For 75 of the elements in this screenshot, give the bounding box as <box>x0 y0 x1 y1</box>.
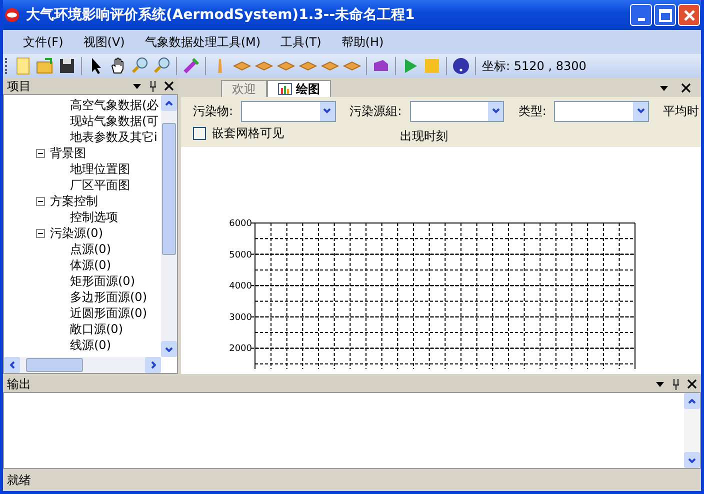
scroll-up-icon[interactable] <box>165 100 173 106</box>
coordinates-readout: 坐标: 5120 , 8300 <box>482 58 586 74</box>
close-icon[interactable] <box>687 379 697 389</box>
axis-tick-label: 6000 <box>229 219 252 229</box>
chart-icon <box>278 83 292 95</box>
caret-icon[interactable] <box>636 108 645 114</box>
tree-item[interactable]: 体源(0) <box>70 256 111 274</box>
tree-item[interactable]: 近圆形面源(0) <box>70 304 147 322</box>
tree-item[interactable]: 多边形面源(0) <box>70 288 147 306</box>
menu-item[interactable]: 工具(T) <box>270 34 332 50</box>
close-button[interactable] <box>678 4 700 26</box>
scroll-down-icon[interactable] <box>165 346 173 352</box>
close-icon[interactable] <box>681 82 691 92</box>
pin-icon[interactable] <box>148 80 158 92</box>
panel-title: 输出 <box>7 376 31 392</box>
scroll-right-icon[interactable] <box>150 361 156 369</box>
checkbox[interactable] <box>193 126 206 140</box>
menu-item[interactable]: 文件(F) <box>13 34 74 50</box>
axis-tick-label: 2000 <box>229 344 252 354</box>
axis-tick-label: 4000 <box>229 282 252 292</box>
tree-item[interactable]: 厂区平面图 <box>70 176 130 194</box>
zoom-in-icon[interactable] <box>130 56 150 76</box>
collapse-toggle[interactable] <box>36 228 45 238</box>
tree-item[interactable]: 矩形面源(0) <box>70 272 135 290</box>
horizontal-scrollbar[interactable] <box>4 357 161 373</box>
window-title: 大气环境影响评价系统(AermodSystem)1.3--未命名工程1 <box>26 6 416 24</box>
scroll-left-icon[interactable] <box>10 361 14 369</box>
minimize-button[interactable] <box>630 4 652 26</box>
tab[interactable]: 绘图 <box>267 80 331 97</box>
tree-item[interactable]: 地表参数及其它i <box>70 128 158 146</box>
vertical-scrollbar[interactable] <box>161 95 177 357</box>
maximize-button[interactable] <box>654 4 676 26</box>
tree-item[interactable]: 现站气象数据(可 <box>70 112 159 130</box>
collapse-toggle[interactable] <box>36 196 45 206</box>
checkbox-label: 嵌套网格可见 <box>212 124 284 142</box>
vertical-scrollbar[interactable] <box>684 393 700 468</box>
tree-item[interactable]: 控制选项 <box>70 208 118 226</box>
field-label: 污染物: <box>193 102 234 120</box>
status-text: 就绪 <box>7 472 31 488</box>
menu-item[interactable]: 视图(V) <box>73 34 135 50</box>
dropdown-field[interactable] <box>241 100 336 122</box>
dropdown-field[interactable] <box>554 100 650 122</box>
dropdown-icon[interactable] <box>655 379 665 389</box>
tree-item[interactable]: 地理位置图 <box>70 160 130 178</box>
zoom-out-icon[interactable] <box>152 56 172 76</box>
close-icon[interactable] <box>164 81 174 91</box>
tree-item[interactable]: 方案控制 <box>50 192 98 210</box>
dropdown-field[interactable] <box>410 100 504 122</box>
axis-tick-label: 5000 <box>229 250 252 260</box>
minimize-icon <box>638 18 644 20</box>
dropdown-icon[interactable] <box>132 81 142 91</box>
menu-item[interactable]: 帮助(H) <box>331 34 394 50</box>
pin-icon[interactable] <box>671 378 681 390</box>
tree-item[interactable]: 高空气象数据(必 <box>70 96 159 114</box>
chart-caption: 出现时刻 <box>400 128 448 144</box>
tree-item[interactable]: 污染源(0) <box>50 224 103 242</box>
scroll-down-icon[interactable] <box>688 458 696 462</box>
tree-item[interactable]: 线源(0) <box>70 336 111 354</box>
field-label: 类型: <box>518 102 546 120</box>
save-icon[interactable] <box>57 56 77 76</box>
collapse-toggle[interactable] <box>36 148 45 158</box>
field-label: 污染源組: <box>350 102 402 120</box>
caret-icon[interactable] <box>323 108 332 114</box>
caret-icon[interactable] <box>492 108 500 114</box>
panel-title: 项目 <box>7 78 31 94</box>
menu-item[interactable]: 气象数据处理工具(M) <box>134 34 271 50</box>
wand-icon[interactable] <box>181 56 201 76</box>
tree-item[interactable]: 背景图 <box>50 144 86 162</box>
field-label: 平均时 <box>663 102 700 120</box>
axis-tick-label: 3000 <box>229 312 252 323</box>
scroll-up-icon[interactable] <box>688 398 696 404</box>
app-icon <box>4 7 20 23</box>
tree-item[interactable]: 敞口源(0) <box>70 320 123 338</box>
tab[interactable]: 欢迎 <box>221 80 267 97</box>
tree-item[interactable]: 点源(0) <box>70 240 111 258</box>
